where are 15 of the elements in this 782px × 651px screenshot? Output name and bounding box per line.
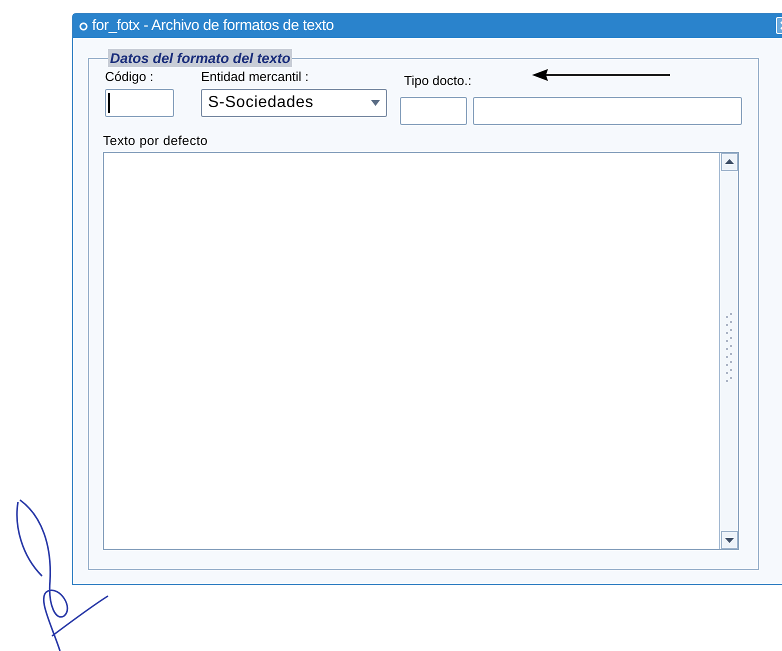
field-label: Código : [105, 69, 154, 85]
window-icon [79, 22, 88, 30]
code-field[interactable] [105, 89, 174, 117]
scrollbar[interactable] [719, 153, 738, 549]
window-title: for_fotx - Archivo de formatos de texto [92, 16, 334, 36]
field-label: Tipo docto.: [404, 73, 472, 88]
doc-type-code-field[interactable] [400, 97, 467, 125]
field-label: Entidad mercantil : [201, 69, 310, 85]
scroll-up-icon[interactable] [720, 153, 738, 171]
entity-dropdown[interactable]: S-Sociedades [201, 89, 387, 117]
memo-label: Texto por defecto [103, 133, 209, 149]
group-title: Datos del formato del texto [108, 49, 292, 67]
caret-icon [371, 100, 380, 106]
doc-type-name-field[interactable] [473, 97, 742, 125]
scroll-down-icon[interactable] [720, 531, 738, 549]
